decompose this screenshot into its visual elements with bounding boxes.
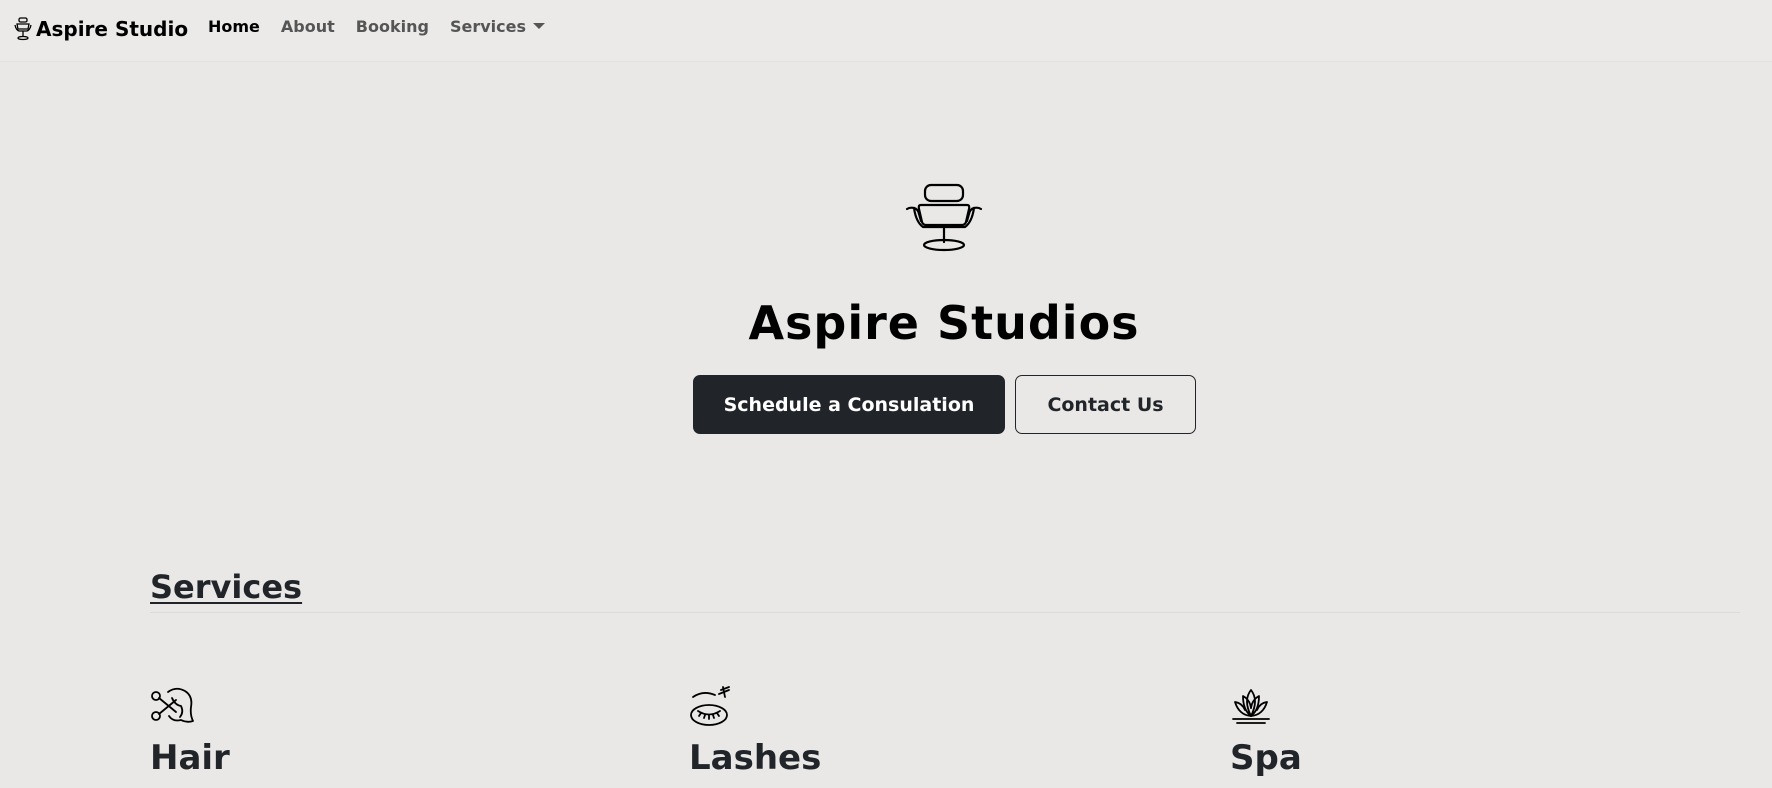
hair-scissors-icon (151, 687, 194, 723)
schedule-consultation-button[interactable]: Schedule a Consulation (693, 375, 1005, 434)
service-hair: Hair (150, 686, 230, 778)
nav-about[interactable]: About (281, 17, 335, 36)
nav-services-dropdown[interactable]: Services (450, 17, 545, 36)
service-lashes: Lashes (689, 686, 821, 778)
nav-home[interactable]: Home (208, 17, 260, 36)
salon-chair-icon (14, 17, 32, 41)
section-divider (150, 612, 1740, 613)
nav-services-label: Services (449, 17, 526, 36)
service-spa: Spa (1230, 686, 1302, 778)
hero-title: Aspire Studios (748, 296, 1140, 350)
caret-down-icon (532, 23, 545, 29)
eyelash-icon (690, 686, 730, 726)
navbar: Aspire Studio Home About Booking Service… (0, 0, 1772, 62)
service-title-spa: Spa (1230, 738, 1302, 778)
lotus-icon (1232, 689, 1270, 724)
nav-booking[interactable]: Booking (356, 17, 429, 36)
service-title-hair: Hair (150, 738, 230, 778)
service-title-lashes: Lashes (689, 738, 822, 778)
nav-links: Home About Booking Services (208, 17, 566, 36)
salon-chair-icon (905, 183, 983, 252)
brand-link[interactable]: Aspire Studio (12, 16, 188, 42)
brand-name: Aspire Studio (36, 17, 189, 41)
services-heading: Services (150, 568, 303, 606)
contact-us-button[interactable]: Contact Us (1015, 375, 1196, 434)
